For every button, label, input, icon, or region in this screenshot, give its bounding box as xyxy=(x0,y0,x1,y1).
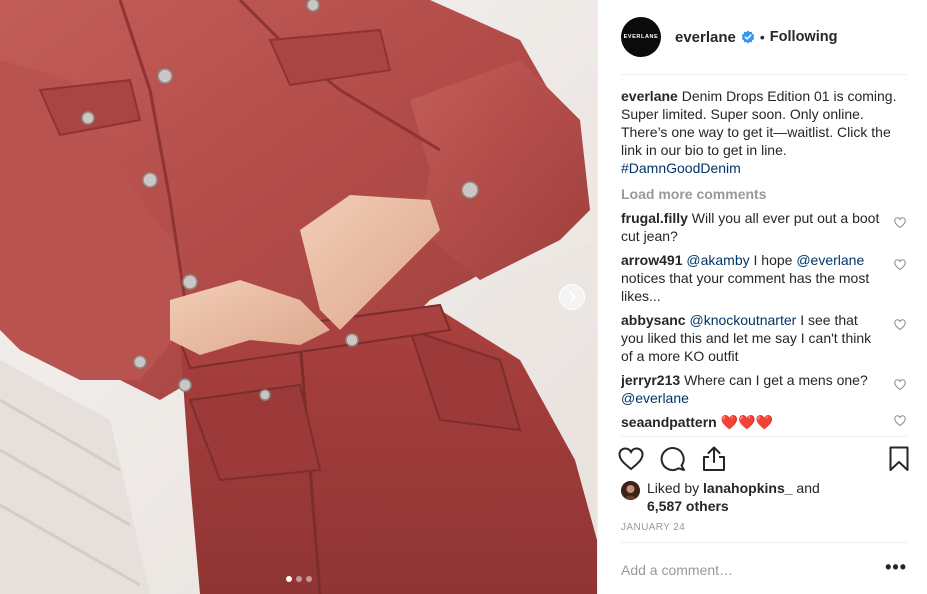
comment-body: frugal.filly Will you all ever put out a… xyxy=(621,209,893,245)
load-more-comments-button[interactable]: Load more comments xyxy=(621,185,907,203)
caption-username[interactable]: everlane xyxy=(621,88,678,104)
comment-body: jerryr213 Where can I get a mens one? @e… xyxy=(621,371,893,407)
heart-outline-icon xyxy=(894,415,906,426)
verified-badge-icon xyxy=(741,30,755,44)
more-options-button[interactable]: ••• xyxy=(885,558,907,578)
comment-text: Where can I get a mens one? xyxy=(684,372,868,388)
like-comment-button[interactable] xyxy=(893,379,907,390)
share-upload-icon xyxy=(703,446,725,471)
carousel-dot xyxy=(285,576,292,582)
like-button[interactable] xyxy=(618,447,644,471)
likes-conjunction: and xyxy=(796,480,820,496)
heart-outline-icon xyxy=(894,259,906,270)
comment-body: seaandpattern ❤️❤️❤️ xyxy=(621,413,893,431)
save-button[interactable] xyxy=(889,446,909,472)
comment-username[interactable]: abbysanc xyxy=(621,312,686,328)
header-separator: • xyxy=(759,29,765,45)
comment-text: I hope xyxy=(753,252,793,268)
likes-count[interactable]: 6,587 others xyxy=(647,498,729,514)
like-comment-button[interactable] xyxy=(893,259,907,270)
comments-section[interactable]: everlane Denim Drops Edition 01 is comin… xyxy=(621,87,907,433)
divider xyxy=(621,74,907,75)
add-comment-bar: ••• xyxy=(621,552,907,588)
comment-mention[interactable]: @knockoutnarter xyxy=(689,312,796,328)
comment-username[interactable]: jerryr213 xyxy=(621,372,680,388)
post-side-panel: EVERLANE everlane • Following everlane D… xyxy=(597,0,927,594)
post-actions xyxy=(618,444,909,474)
divider xyxy=(621,542,907,543)
heart-outline-icon xyxy=(894,379,906,390)
comment-mention[interactable]: @everlane xyxy=(796,252,864,268)
comment-mention[interactable]: @akamby xyxy=(686,252,749,268)
share-button[interactable] xyxy=(702,446,726,472)
comment-item: seaandpattern ❤️❤️❤️ xyxy=(621,413,907,431)
post-header: EVERLANE everlane • Following xyxy=(598,0,927,74)
post-caption: everlane Denim Drops Edition 01 is comin… xyxy=(621,87,907,177)
speech-bubble-icon xyxy=(660,447,685,471)
heart-icon xyxy=(618,447,644,471)
comment-username[interactable]: seaandpattern xyxy=(621,414,717,430)
following-button[interactable]: Following xyxy=(770,29,838,45)
instagram-post: EVERLANE everlane • Following everlane D… xyxy=(0,0,927,594)
comment-text: ❤️❤️❤️ xyxy=(720,414,773,430)
like-comment-button[interactable] xyxy=(893,415,907,426)
avatar-logo-text: EVERLANE xyxy=(623,34,659,40)
comment-button[interactable] xyxy=(660,446,686,472)
likes-prefix: Liked by xyxy=(647,480,700,496)
caption-hashtag[interactable]: #DamnGoodDenim xyxy=(621,160,741,176)
comment-item: frugal.filly Will you all ever put out a… xyxy=(621,209,907,245)
comment-mention[interactable]: @everlane xyxy=(621,390,689,406)
comment-username[interactable]: arrow491 xyxy=(621,252,682,268)
like-comment-button[interactable] xyxy=(893,319,907,330)
bookmark-icon xyxy=(889,446,909,471)
liker-avatar[interactable] xyxy=(621,481,640,500)
comment-username[interactable]: frugal.filly xyxy=(621,210,688,226)
liker-username[interactable]: lanahopkins_ xyxy=(703,480,792,496)
heart-outline-icon xyxy=(894,217,906,228)
post-photo xyxy=(0,0,597,594)
likes-text: Liked by lanahopkins_ and 6,587 others xyxy=(647,479,820,515)
comment-item: abbysanc @knockoutnarter I see that you … xyxy=(621,311,907,365)
comment-text: notices that your comment has the most l… xyxy=(621,270,870,304)
like-comment-button[interactable] xyxy=(893,217,907,228)
comment-item: arrow491 @akamby I hope @everlane notice… xyxy=(621,251,907,305)
comment-item: jerryr213 Where can I get a mens one? @e… xyxy=(621,371,907,407)
header-username[interactable]: everlane xyxy=(675,29,736,46)
carousel-indicator xyxy=(0,576,597,582)
comment-body: abbysanc @knockoutnarter I see that you … xyxy=(621,311,893,365)
next-photo-button[interactable] xyxy=(559,284,585,310)
post-media[interactable] xyxy=(0,0,597,594)
divider xyxy=(621,436,907,437)
chevron-right-icon xyxy=(569,291,576,303)
carousel-dot xyxy=(295,576,302,582)
carousel-dot xyxy=(305,576,312,582)
comment-body: arrow491 @akamby I hope @everlane notice… xyxy=(621,251,893,305)
avatar[interactable]: EVERLANE xyxy=(621,17,661,57)
comment-input[interactable] xyxy=(621,562,886,578)
post-date[interactable]: JANUARY 24 xyxy=(621,522,685,533)
likes-summary: Liked by lanahopkins_ and 6,587 others xyxy=(621,479,820,515)
heart-outline-icon xyxy=(894,319,906,330)
